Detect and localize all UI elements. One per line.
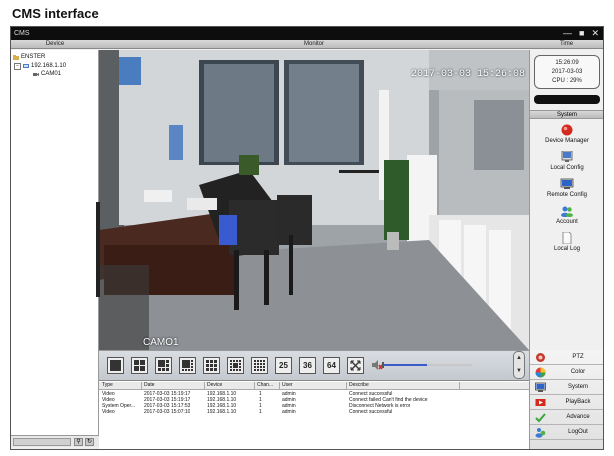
tree-channel[interactable]: CAM01 [33, 70, 61, 78]
close-button[interactable]: ✕ [591, 27, 599, 40]
log-col-device[interactable]: Device [207, 382, 222, 388]
tree-root-label: ENSTER [21, 54, 46, 60]
right-panel: 15:26:09 2017-03-03 CPU : 29% System Dev… [529, 50, 603, 350]
color-button[interactable]: Color [530, 365, 603, 380]
function-menu: PTZ Color System PlayBack Advance LogOut [529, 350, 603, 449]
remote-config-icon [560, 178, 574, 189]
cms-window: CMS — ■ ✕ Device Monitor Time ENSTER − 1… [10, 26, 604, 450]
dvr-icon [23, 63, 29, 68]
device-header: Device [11, 40, 99, 49]
system-icon [535, 382, 546, 392]
scroll-updown-control[interactable]: ▲ ▼ [513, 351, 525, 379]
log-col-user[interactable]: User [282, 382, 293, 388]
advance-button[interactable]: Advance [530, 410, 603, 425]
tree-root[interactable]: ENSTER [13, 53, 45, 61]
page-heading: CMS interface [12, 6, 99, 21]
playback-button[interactable]: PlayBack [530, 395, 603, 410]
fullscreen-button[interactable] [347, 357, 364, 374]
device-panel: ENSTER − 192.168.1.10 CAM01 [11, 50, 99, 435]
video-monitor[interactable]: 2017-03-03 15:26:08 CAMO1 [99, 50, 529, 350]
volume-slider[interactable] [382, 361, 472, 369]
local-config-button[interactable]: Local Config [530, 151, 603, 171]
local-log-icon [562, 232, 572, 244]
local-log-button[interactable]: Local Log [530, 232, 603, 252]
local-config-icon [561, 151, 573, 162]
camera-feed-image [99, 50, 529, 350]
layout-64-button[interactable]: 64 [323, 357, 340, 374]
tree-channel-label: CAM01 [41, 71, 62, 77]
camera-label: CAMO1 [143, 337, 179, 348]
maximize-button[interactable]: ■ [579, 27, 584, 40]
color-icon [535, 367, 546, 378]
log-table: Type Date Device Chan... User Describe V… [99, 380, 529, 449]
layout-25-button[interactable]: 25 [275, 357, 292, 374]
device-search-input[interactable] [13, 438, 71, 446]
fullscreen-icon [350, 360, 361, 371]
status-bar [534, 95, 600, 104]
folder-icon [13, 54, 19, 60]
monitor-header: Monitor [99, 40, 529, 49]
time-header: Time [529, 40, 603, 49]
device-search-bar: ⚲ ↻ [11, 435, 99, 447]
layout-6-button[interactable] [155, 357, 172, 374]
window-title: CMS [14, 30, 30, 37]
device-manager-button[interactable]: Device Manager [530, 124, 603, 144]
layout-36-button[interactable]: 36 [299, 357, 316, 374]
layout-9-button[interactable] [203, 357, 220, 374]
cpu-usage: CPU : 29% [552, 78, 582, 84]
account-button[interactable]: Account [530, 205, 603, 225]
advance-icon [535, 413, 546, 423]
clock-display: 15:26:09 2017-03-03 CPU : 29% [534, 55, 600, 89]
refresh-icon[interactable]: ↻ [85, 438, 94, 446]
collapse-handle[interactable] [96, 202, 100, 297]
layout-13-button[interactable] [227, 357, 244, 374]
expand-icon[interactable]: − [14, 62, 21, 70]
tree-device[interactable]: − 192.168.1.10 [14, 62, 66, 70]
logout-button[interactable]: LogOut [530, 425, 603, 440]
ptz-button[interactable]: PTZ [530, 350, 603, 365]
ptz-icon [536, 353, 545, 362]
log-col-date[interactable]: Date [144, 382, 155, 388]
title-bar: CMS — ■ ✕ [11, 27, 603, 40]
minimize-button[interactable]: — [563, 27, 572, 40]
layout-1-button[interactable] [107, 357, 124, 374]
clock-time: 15:26:09 [555, 60, 579, 66]
device-manager-icon [561, 124, 573, 136]
log-col-type[interactable]: Type [102, 382, 113, 388]
layout-toolbar: 25 36 64 ▲ ▼ [99, 350, 529, 380]
account-icon [561, 206, 573, 217]
clock-date: 2017-03-03 [551, 69, 583, 75]
log-col-channel[interactable]: Chan... [257, 382, 273, 388]
search-icon[interactable]: ⚲ [74, 438, 83, 446]
system-button[interactable]: System [530, 380, 603, 395]
camera-icon [33, 72, 39, 76]
logout-icon [535, 428, 546, 438]
log-col-describe[interactable]: Describe [349, 382, 369, 388]
system-header: System [530, 110, 603, 119]
layout-8-button[interactable] [179, 357, 196, 374]
layout-4-button[interactable] [131, 357, 148, 374]
tree-device-label: 192.168.1.10 [31, 63, 67, 69]
remote-config-button[interactable]: Remote Config [530, 178, 603, 198]
osd-timestamp: 2017-03-03 15:26:08 [410, 69, 525, 80]
layout-16-button[interactable] [251, 357, 268, 374]
playback-icon [535, 399, 546, 406]
log-header-row: Type Date Device Chan... User Describe [99, 382, 529, 390]
